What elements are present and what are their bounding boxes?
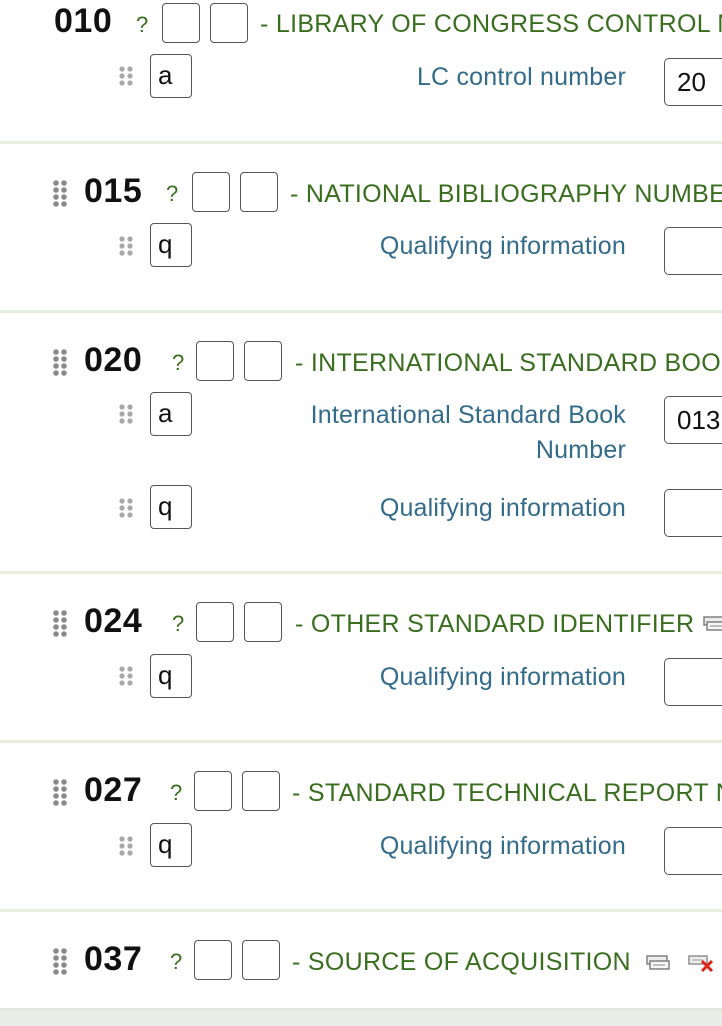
field-separator: [0, 571, 722, 574]
indicator-2-input[interactable]: [244, 602, 282, 642]
field-tag: 020: [84, 341, 143, 379]
indicator-2-input[interactable]: [240, 172, 278, 212]
subfield-drag-handle-icon[interactable]: [119, 404, 133, 424]
field-title: - LIBRARY OF CONGRESS CONTROL N: [260, 10, 722, 38]
help-link[interactable]: ?: [170, 951, 182, 973]
indicator-2-input[interactable]: [244, 341, 282, 381]
help-link[interactable]: ?: [172, 352, 184, 374]
field-drag-handle-icon[interactable]: [53, 610, 67, 637]
subfield-drag-handle-icon[interactable]: [119, 498, 133, 518]
indicator-2-input[interactable]: [242, 940, 280, 980]
field-drag-handle-icon[interactable]: [53, 948, 67, 975]
field-tag: 037: [84, 940, 143, 978]
subfield-code-input[interactable]: q: [150, 485, 192, 529]
indicator-1-input[interactable]: [194, 940, 232, 980]
subfield-value-input[interactable]: [664, 827, 722, 875]
field-title: - OTHER STANDARD IDENTIFIER: [295, 610, 695, 638]
help-link[interactable]: ?: [166, 183, 178, 205]
subfield-drag-handle-icon[interactable]: [119, 666, 133, 686]
subfield-label: Qualifying information: [379, 232, 626, 260]
clone-field-icon[interactable]: [646, 955, 670, 976]
field-separator: [0, 909, 722, 912]
field-separator: [0, 141, 722, 144]
help-link[interactable]: ?: [170, 782, 182, 804]
field-drag-handle-icon[interactable]: [53, 779, 67, 806]
subfield-label: LC control number: [416, 63, 626, 91]
subfield-code-input[interactable]: q: [150, 223, 192, 267]
subfield-label: Qualifying information: [379, 832, 626, 860]
indicator-1-input[interactable]: [196, 341, 234, 381]
indicator-2-input[interactable]: [210, 3, 248, 43]
field-drag-handle-icon[interactable]: [53, 349, 67, 376]
subfield-label: International Standard Book Number: [311, 398, 626, 468]
indicator-1-input[interactable]: [162, 3, 200, 43]
subfield-code-input[interactable]: a: [150, 392, 192, 436]
subfield-drag-handle-icon[interactable]: [119, 66, 133, 86]
subfield-label-line: International Standard Book: [310, 401, 626, 429]
subfield-value-input[interactable]: 013: [664, 396, 722, 444]
subfield-drag-handle-icon[interactable]: [119, 236, 133, 256]
bottom-toolbar: [0, 1008, 722, 1026]
indicator-1-input[interactable]: [196, 602, 234, 642]
subfield-code-input[interactable]: q: [150, 654, 192, 698]
help-link[interactable]: ?: [172, 613, 184, 635]
field-title: - INTERNATIONAL STANDARD BOO: [295, 349, 722, 377]
subfield-label-line: Number: [535, 436, 626, 464]
subfield-code-input[interactable]: q: [150, 823, 192, 867]
clone-field-icon[interactable]: [703, 616, 722, 637]
field-title: - SOURCE OF ACQUISITION: [292, 948, 631, 976]
subfield-value-input[interactable]: [664, 489, 722, 537]
field-tag: 015: [84, 172, 143, 210]
field-tag: 010: [54, 2, 113, 40]
field-title: - NATIONAL BIBLIOGRAPHY NUMBE: [290, 180, 722, 208]
field-tag: 027: [84, 771, 143, 809]
field-separator: [0, 310, 722, 313]
field-separator: [0, 740, 722, 743]
subfield-value-input[interactable]: 20: [664, 58, 722, 106]
field-title: - STANDARD TECHNICAL REPORT N: [292, 779, 722, 807]
indicator-2-input[interactable]: [242, 771, 280, 811]
field-drag-handle-icon[interactable]: [53, 180, 67, 207]
subfield-label: Qualifying information: [379, 663, 626, 691]
help-link[interactable]: ?: [136, 14, 148, 36]
indicator-1-input[interactable]: [194, 771, 232, 811]
delete-field-icon[interactable]: [688, 953, 716, 978]
subfield-value-input[interactable]: [664, 227, 722, 275]
subfield-label: Qualifying information: [379, 494, 626, 522]
subfield-drag-handle-icon[interactable]: [119, 836, 133, 856]
subfield-code-input[interactable]: a: [150, 54, 192, 98]
subfield-value-input[interactable]: [664, 658, 722, 706]
indicator-1-input[interactable]: [192, 172, 230, 212]
field-tag: 024: [84, 602, 143, 640]
